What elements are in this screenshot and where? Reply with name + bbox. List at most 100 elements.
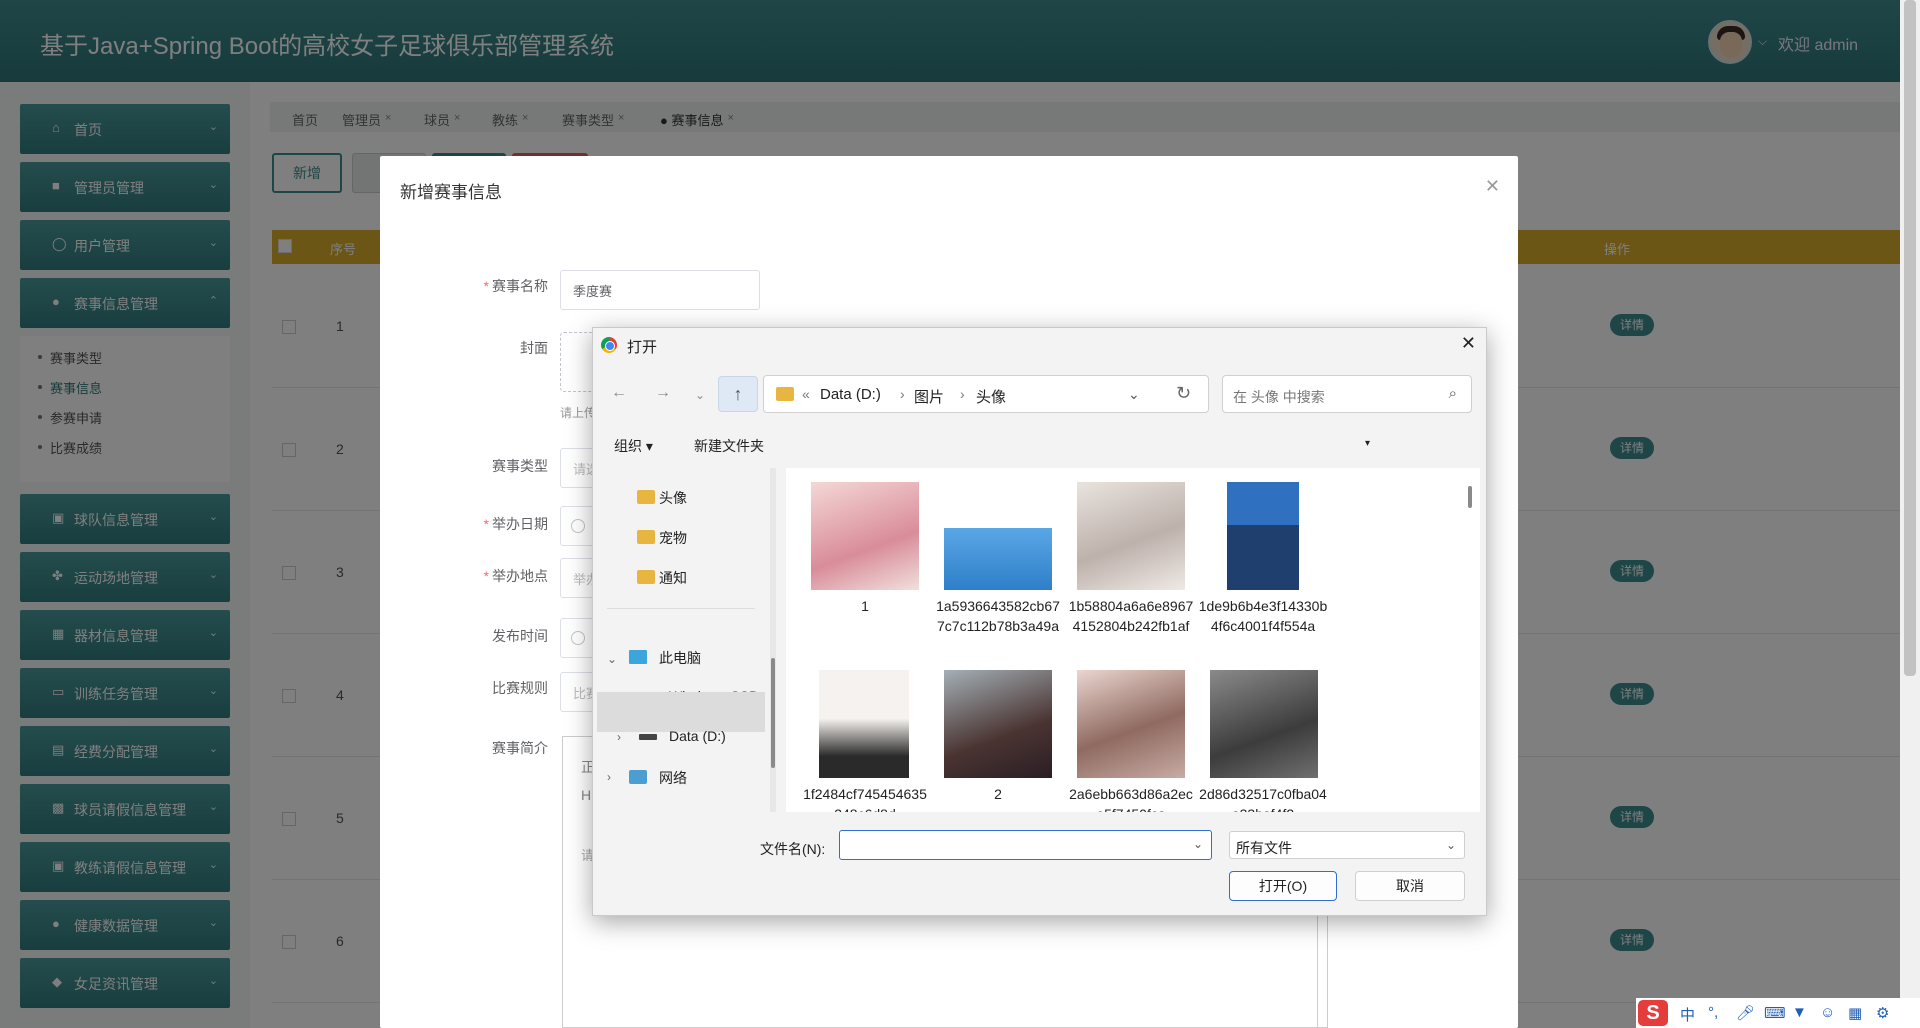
cancel-button[interactable]: 取消 [1355,871,1465,901]
page-scrollbar[interactable] [1900,0,1920,1028]
scrollbar-thumb[interactable] [1468,486,1472,508]
dialog-titlebar: 打开 ✕ [593,328,1486,362]
field-label: * 举办地点 [483,568,548,584]
organize-menu[interactable]: 组织 ▾ [614,436,653,456]
ime-lang-toggle[interactable]: 中 [1680,1004,1695,1025]
upload-tip: 请上传 [560,406,597,420]
chevron-right-icon: › [960,386,965,402]
search-box[interactable]: 在 头像 中搜索 ⌕ [1222,375,1472,413]
tree-item-pets[interactable]: 宠物 [659,528,687,548]
folder-icon [637,490,655,504]
pane-splitter[interactable] [770,468,776,812]
address-bar[interactable]: « Data (D:) › 图片 › 头像 ⌄ ↻ [763,375,1209,413]
folder-icon [776,387,794,401]
file-name[interactable]: 2d86d32517c0fba04a33baf4f2 [1198,784,1328,812]
field-label: * 赛事名称 [483,278,548,294]
network-icon [629,770,647,784]
file-name[interactable]: 1b58804a6a6e89674152804b242fb1af [1066,596,1196,636]
filetype-value: 所有文件 [1236,840,1292,856]
search-input[interactable]: 在 头像 中搜索 [1233,387,1325,407]
punctuation-icon[interactable]: °, [1708,1004,1718,1021]
file-name[interactable]: 2a6ebb663d86a2ece5f7450fca [1066,784,1196,812]
file-thumbnail[interactable] [1077,482,1185,590]
tree-item-notice[interactable]: 通知 [659,568,687,588]
file-thumbnail[interactable] [1210,670,1318,778]
scrollbar-thumb[interactable] [1904,0,1916,676]
editor-toolbar-item[interactable]: H [581,787,591,803]
navigation-pane: 头像 宠物 通知 ⌄ 此电脑 › Windows-SSD › Data (D:)… [593,468,770,812]
chrome-icon [601,337,617,353]
filetype-select[interactable]: 所有文件 ⌄ [1229,831,1465,859]
toolbox-icon[interactable]: ▦ [1848,1004,1862,1022]
close-icon[interactable]: ✕ [1485,176,1500,197]
microphone-icon[interactable]: 🎤︎ [1736,1004,1755,1022]
chevron-down-icon[interactable]: ▾ [1365,438,1370,449]
expand-icon[interactable]: › [617,730,621,744]
file-thumbnail[interactable] [1227,482,1299,590]
ime-toolbar: S 中 °, 🎤︎ ⌨ ▼ ☺ ▦ ⚙ [1636,998,1920,1028]
overflow-icon[interactable]: « [802,386,810,402]
divider [607,608,755,609]
organize-label: 组织 [614,438,642,454]
file-name[interactable]: 2 [933,784,1063,804]
collapse-icon[interactable]: ⌄ [607,652,617,666]
file-name[interactable]: 1 [800,596,930,616]
filename-label: 文件名(N): [760,841,826,857]
chevron-down-icon[interactable]: ⌄ [1193,837,1203,851]
file-name[interactable]: 1de9b6b4e3f14330b4f6c4001f4f554a [1198,596,1328,636]
recent-locations-icon[interactable]: ⌄ [695,388,705,402]
field-label: 赛事简介 [492,740,548,756]
drive-icon [639,734,657,740]
breadcrumb-item[interactable]: 图片 [914,386,944,407]
file-open-dialog: 打开 ✕ ← → ⌄ ↑ « Data (D:) › 图片 › 头像 ⌄ ↻ 在… [592,327,1487,916]
back-icon[interactable]: ← [611,384,627,402]
tree-item-this-pc[interactable]: 此电脑 [659,648,701,668]
label-text: 举办日期 [492,516,548,532]
computer-icon [629,650,647,664]
field-label: 发布时间 [492,628,548,644]
sogou-logo-icon[interactable]: S [1638,1000,1668,1026]
modal-title: 新增赛事信息 [400,183,502,202]
field-label: 封面 [520,340,548,356]
event-name-input[interactable]: 季度赛 [560,270,760,310]
search-icon[interactable]: ⌕ [1449,385,1457,402]
dialog-title: 打开 [627,339,658,356]
keyboard-icon[interactable]: ⌨ [1764,1004,1786,1022]
command-bar: 组织 ▾ 新建文件夹 ▾ ? [593,428,1486,559]
file-thumbnail[interactable] [1077,670,1185,778]
tree-item-data-d[interactable]: Data (D:) [669,728,726,744]
clock-icon [571,631,585,645]
settings-icon[interactable]: ⚙ [1876,1004,1889,1022]
clock-icon [571,519,585,533]
close-icon[interactable]: ✕ [1461,333,1476,354]
up-folder-icon[interactable]: ↑ [718,376,758,412]
file-thumbnail[interactable] [811,482,919,590]
tree-item-network[interactable]: 网络 [659,768,687,788]
emoji-icon[interactable]: ☺ [1820,1004,1835,1021]
folder-icon [637,570,655,584]
breadcrumb-item[interactable]: Data (D:) [820,386,881,403]
label-text: 赛事名称 [492,278,548,294]
chevron-right-icon: › [900,386,905,402]
file-thumbnail[interactable] [944,670,1052,778]
label-text: 举办地点 [492,568,548,584]
tree-selection [597,692,765,732]
filename-input[interactable]: ⌄ [839,830,1212,860]
scrollbar-thumb[interactable] [771,658,775,768]
new-folder-button[interactable]: 新建文件夹 [694,436,764,456]
file-name[interactable]: 1a5936643582cb677c7c112b78b3a49a [933,596,1063,636]
forward-icon[interactable]: → [655,384,671,402]
folder-icon [637,530,655,544]
refresh-icon[interactable]: ↻ [1176,383,1191,404]
file-name[interactable]: 1f2484cf745454635348c6d8d [800,784,930,812]
skin-icon[interactable]: ▼ [1792,1004,1807,1021]
breadcrumb-item[interactable]: 头像 [976,386,1006,407]
expand-icon[interactable]: › [607,770,611,784]
chevron-down-icon: ⌄ [1445,838,1456,852]
open-button[interactable]: 打开(O) [1229,871,1337,901]
file-thumbnail[interactable] [819,670,909,778]
chevron-down-icon[interactable]: ⌄ [1128,386,1140,403]
file-thumbnail[interactable] [944,528,1052,590]
field-label: 赛事类型 [492,458,548,474]
tree-item-avatar[interactable]: 头像 [659,488,687,508]
